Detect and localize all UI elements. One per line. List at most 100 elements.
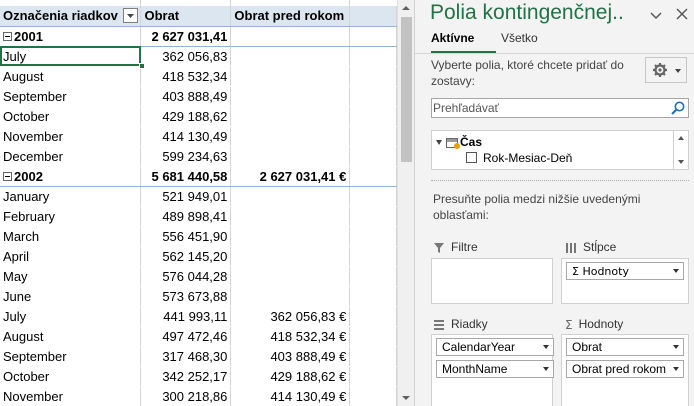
obrat-cell[interactable]: 300 218,86	[140, 386, 232, 406]
month-label-cell[interactable]: October	[0, 106, 142, 127]
empty-cell[interactable]	[349, 106, 397, 127]
empty-cell[interactable]	[349, 306, 397, 327]
search-icon[interactable]	[670, 100, 686, 116]
obrat-pred-rokom-cell[interactable]	[230, 126, 351, 147]
month-label-cell[interactable]: September	[0, 86, 142, 107]
obrat-cell[interactable]: 317 468,30	[140, 346, 232, 367]
obrat-cell[interactable]: 418 532,34	[140, 66, 232, 87]
empty-cell[interactable]	[349, 326, 397, 347]
obrat-pred-rokom-cell[interactable]	[230, 226, 351, 247]
fill-handle[interactable]	[139, 63, 145, 69]
field-list-scrollbar[interactable]	[673, 130, 689, 170]
tab-active[interactable]: Aktívne	[431, 31, 474, 45]
month-label-cell[interactable]: June	[0, 286, 142, 307]
scroll-up-button[interactable]	[398, 0, 414, 16]
empty-cell[interactable]	[349, 46, 397, 67]
empty-cell[interactable]	[349, 126, 397, 147]
empty-cell[interactable]	[349, 366, 397, 387]
obrat-pred-rokom-cell[interactable]	[230, 25, 351, 47]
obrat-pred-rokom-cell[interactable]: 414 130,49 €	[230, 386, 351, 406]
empty-cell[interactable]	[349, 266, 397, 287]
obrat-pred-rokom-cell[interactable]	[230, 106, 351, 127]
tab-all[interactable]: Všetko	[501, 31, 538, 45]
field-search-input[interactable]: Prehľadávať	[431, 98, 689, 118]
vertical-scrollbar[interactable]	[397, 0, 414, 406]
obrat-cell[interactable]: 576 044,28	[140, 266, 232, 287]
collapse-minus-icon[interactable]	[3, 171, 12, 181]
month-label-cell[interactable]: December	[0, 146, 142, 167]
tools-button[interactable]	[645, 57, 687, 83]
filter-dropdown-button[interactable]	[123, 8, 139, 23]
empty-cell[interactable]	[349, 186, 397, 207]
obrat-pred-rokom-cell[interactable]	[230, 266, 351, 287]
collapse-arrow-icon[interactable]	[436, 140, 442, 146]
scroll-down-button[interactable]	[398, 390, 414, 406]
month-label-cell[interactable]: October	[0, 366, 142, 387]
month-label-cell[interactable]: January	[0, 186, 142, 207]
chevron-down-icon[interactable]	[543, 367, 549, 371]
values-field-obrat-pred-rokom[interactable]: Obrat pred rokom	[566, 360, 684, 378]
obrat-pred-rokom-cell[interactable]: 2 627 031,41 €	[230, 165, 351, 187]
worksheet-grid[interactable]: Označenia riadkov Obrat Obrat pred rokom…	[0, 0, 397, 406]
empty-cell[interactable]	[349, 226, 397, 247]
empty-cell[interactable]	[349, 246, 397, 267]
values-field-obrat[interactable]: Obrat	[566, 338, 684, 356]
obrat-pred-rokom-cell[interactable]	[230, 286, 351, 307]
empty-cell[interactable]	[349, 165, 397, 187]
empty-cell[interactable]	[349, 286, 397, 307]
year-label-cell[interactable]: 2001	[0, 25, 142, 47]
obrat-cell[interactable]: 562 145,20	[140, 246, 232, 267]
month-label-cell[interactable]: November	[0, 386, 142, 406]
obrat-pred-rokom-cell[interactable]: 403 888,49 €	[230, 346, 351, 367]
obrat-cell[interactable]: 414 130,49	[140, 126, 232, 147]
obrat-pred-rokom-cell[interactable]: 362 056,83 €	[230, 306, 351, 327]
month-label-cell[interactable]: March	[0, 226, 142, 247]
columns-drop-zone[interactable]: Σ Hodnoty	[561, 258, 689, 304]
month-label-cell[interactable]: September	[0, 346, 142, 367]
empty-cell[interactable]	[349, 86, 397, 107]
month-label-cell[interactable]: August	[0, 66, 142, 87]
month-label-cell[interactable]: July	[0, 46, 142, 67]
empty-cell[interactable]	[349, 146, 397, 167]
empty-cell[interactable]	[349, 346, 397, 367]
filters-drop-zone[interactable]	[431, 258, 553, 304]
empty-header-cell[interactable]	[349, 6, 397, 27]
scroll-thumb[interactable]	[401, 17, 412, 162]
obrat-cell[interactable]: 429 188,62	[140, 106, 232, 127]
obrat-pred-rokom-cell[interactable]	[230, 46, 351, 67]
pane-options-dropdown[interactable]	[649, 8, 663, 22]
obrat-cell[interactable]: 403 888,49	[140, 86, 232, 107]
field-checkbox[interactable]	[466, 152, 477, 164]
month-label-cell[interactable]: August	[0, 326, 142, 347]
pane-close-button[interactable]	[674, 6, 690, 22]
obrat-pred-rokom-cell[interactable]: 418 532,34 €	[230, 326, 351, 347]
obrat-header[interactable]: Obrat	[140, 6, 232, 27]
obrat-pred-rokom-cell[interactable]	[230, 146, 351, 167]
month-label-cell[interactable]: February	[0, 206, 142, 227]
obrat-cell[interactable]: 573 673,88	[140, 286, 232, 307]
columns-field-values[interactable]: Σ Hodnoty	[566, 262, 684, 280]
obrat-cell[interactable]: 342 252,17	[140, 366, 232, 387]
obrat-cell[interactable]: 2 627 031,41	[140, 25, 232, 47]
obrat-cell[interactable]: 5 681 440,58	[140, 165, 232, 187]
values-drop-zone[interactable]: Obrat Obrat pred rokom	[561, 334, 689, 406]
rows-field-monthname[interactable]: MonthName	[436, 360, 554, 378]
field-item-row[interactable]: Rok-Mesiac-Deň	[466, 151, 572, 165]
empty-cell[interactable]	[349, 25, 397, 47]
month-label-cell[interactable]: July	[0, 306, 142, 327]
obrat-cell[interactable]: 362 056,83	[140, 46, 232, 67]
chevron-down-icon[interactable]	[673, 367, 679, 371]
obrat-pred-rokom-cell[interactable]: 429 188,62 €	[230, 366, 351, 387]
obrat-cell[interactable]: 599 234,63	[140, 146, 232, 167]
empty-cell[interactable]	[349, 206, 397, 227]
collapse-minus-icon[interactable]	[3, 31, 12, 41]
obrat-pred-rokom-header[interactable]: Obrat pred rokom	[230, 6, 351, 27]
year-label-cell[interactable]: 2002	[0, 165, 142, 187]
month-label-cell[interactable]: May	[0, 266, 142, 287]
rows-drop-zone[interactable]: CalendarYear MonthName	[431, 334, 554, 406]
empty-cell[interactable]	[349, 386, 397, 406]
field-list[interactable]: Čas Rok-Mesiac-Deň	[431, 130, 689, 170]
obrat-cell[interactable]: 556 451,90	[140, 226, 232, 247]
chevron-down-icon[interactable]	[673, 345, 679, 349]
field-table-row[interactable]: Čas	[436, 135, 482, 149]
